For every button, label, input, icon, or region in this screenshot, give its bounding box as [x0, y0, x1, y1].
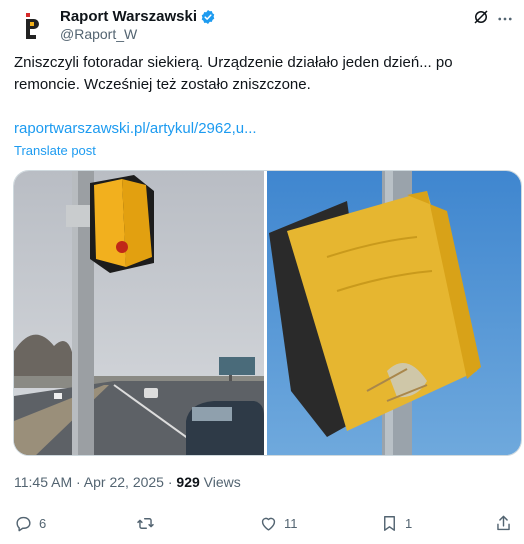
meta-separator-2: ·	[163, 474, 177, 490]
more-icon[interactable]	[496, 10, 514, 28]
post-date[interactable]: Apr 22, 2025	[84, 474, 164, 490]
share-icon	[497, 515, 510, 531]
author-handle[interactable]: @Raport_W	[60, 26, 137, 42]
grok-icon[interactable]	[472, 8, 490, 26]
reply-icon	[16, 516, 31, 532]
action-bar: 6 11 1	[14, 514, 514, 540]
tweet-text: Zniszczyli fotoradar siekierą. Urządzeni…	[14, 54, 453, 93]
retweet-button[interactable]	[136, 514, 155, 533]
speed-camera-photo-left[interactable]	[14, 171, 264, 456]
avatar[interactable]	[14, 8, 50, 44]
verified-badge-icon	[201, 9, 215, 24]
meta-separator: ·	[72, 474, 84, 490]
tweet-meta: 11:45 AM · Apr 22, 2025 · 929 Views	[14, 474, 241, 490]
damaged-camera-photo-right[interactable]	[267, 171, 522, 456]
reply-button[interactable]: 6	[14, 514, 46, 533]
tweet-media[interactable]	[13, 170, 522, 456]
retweet-icon	[137, 518, 154, 529]
views-count: 929	[176, 474, 200, 490]
tweet-header: Raport Warszawski @Raport_W	[14, 4, 514, 44]
article-link[interactable]: raportwarszawski.pl/artykul/2962,u...	[14, 120, 257, 137]
bookmark-icon	[384, 516, 395, 531]
bookmark-count: 1	[405, 516, 413, 531]
views-label: Views	[199, 474, 241, 490]
author-name[interactable]: Raport Warszawski	[60, 8, 197, 25]
share-button[interactable]	[494, 514, 513, 533]
like-count: 11	[284, 516, 298, 531]
translate-post-link[interactable]: Translate post	[14, 143, 96, 158]
like-button[interactable]: 11	[259, 514, 298, 533]
reply-count: 6	[39, 516, 47, 531]
raport-logo-icon	[14, 8, 50, 44]
bookmark-button[interactable]: 1	[380, 514, 412, 533]
post-time[interactable]: 11:45 AM	[14, 474, 72, 490]
like-icon	[261, 517, 276, 531]
